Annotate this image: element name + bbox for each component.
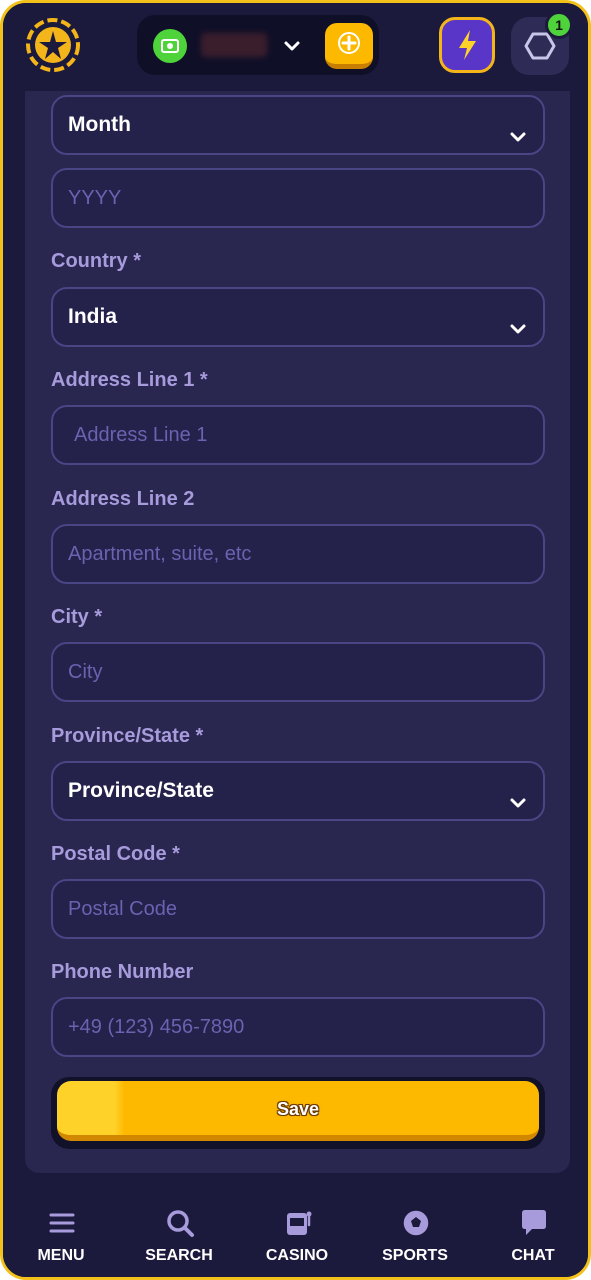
birth-year-placeholder: YYYY xyxy=(68,187,122,209)
deposit-button[interactable] xyxy=(325,23,373,69)
phone-number-placeholder: +49 (123) 456-7890 xyxy=(68,1016,245,1038)
nav-search[interactable]: SEARCH xyxy=(124,1191,234,1277)
address-line-1-label: Address Line 1 * xyxy=(51,369,208,391)
phone-number-input[interactable]: +49 (123) 456-7890 xyxy=(51,997,545,1057)
address-line-2-input[interactable]: Apartment, suite, etc xyxy=(51,524,545,584)
profile-form-panel: Month YYYY Country * India Address Line … xyxy=(25,91,570,1173)
postal-code-label: Postal Code * xyxy=(51,843,180,865)
chevron-down-icon[interactable] xyxy=(281,35,303,57)
address-line-2-placeholder: Apartment, suite, etc xyxy=(68,543,252,565)
soccer-ball-icon xyxy=(402,1209,430,1237)
nav-sports-label: SPORTS xyxy=(382,1247,448,1264)
birth-month-select[interactable]: Month xyxy=(51,95,545,155)
city-placeholder: City xyxy=(68,661,103,683)
nav-menu-label: MENU xyxy=(37,1247,85,1264)
save-button[interactable]: Save xyxy=(57,1081,539,1141)
chevron-down-icon xyxy=(507,114,529,142)
plus-icon xyxy=(338,32,360,54)
nav-chat[interactable]: CHAT xyxy=(478,1191,588,1277)
hamburger-menu-icon xyxy=(49,1213,75,1233)
wallet-balance-selector[interactable] xyxy=(137,15,379,75)
nav-menu[interactable]: MENU xyxy=(6,1191,116,1277)
nav-sports[interactable]: SPORTS xyxy=(360,1191,470,1277)
boost-button[interactable] xyxy=(439,17,495,73)
chat-bubble-icon xyxy=(522,1210,546,1235)
city-input[interactable]: City xyxy=(51,642,545,702)
postal-code-placeholder: Postal Code xyxy=(68,898,177,920)
phone-number-label: Phone Number xyxy=(51,961,194,983)
nav-chat-label: CHAT xyxy=(511,1247,555,1264)
province-state-value: Province/State xyxy=(68,779,214,802)
nav-casino[interactable]: CASINO xyxy=(242,1191,352,1277)
birth-year-input[interactable]: YYYY xyxy=(51,168,545,228)
bottom-navigation: MENU SEARCH CASINO SPORTS CHAT xyxy=(3,1191,588,1277)
country-label: Country * xyxy=(51,250,141,272)
save-button-container: Save xyxy=(51,1077,545,1149)
birth-month-value: Month xyxy=(68,113,131,136)
address-line-2-label: Address Line 2 xyxy=(51,488,195,510)
province-state-label: Province/State * xyxy=(51,725,204,747)
nav-casino-label: CASINO xyxy=(265,1247,329,1264)
app-frame: 1 Month YYYY Country * India Address Lin… xyxy=(0,0,591,1280)
star-coin-logo-icon[interactable] xyxy=(23,15,83,75)
address-line-1-placeholder: Address Line 1 xyxy=(74,424,208,446)
slot-machine-icon xyxy=(287,1211,312,1235)
country-value: India xyxy=(68,305,118,328)
country-select[interactable]: India xyxy=(51,287,545,347)
cash-icon xyxy=(153,29,187,63)
chevron-down-icon xyxy=(507,780,529,808)
chevron-down-icon xyxy=(507,306,529,334)
top-bar: 1 xyxy=(3,3,588,91)
balance-amount xyxy=(201,33,267,57)
province-state-select[interactable]: Province/State xyxy=(51,761,545,821)
notification-badge: 1 xyxy=(545,11,573,39)
lightning-bolt-icon xyxy=(459,30,476,60)
postal-code-input[interactable]: Postal Code xyxy=(51,879,545,939)
address-line-1-input[interactable]: Address Line 1 xyxy=(51,405,545,465)
search-icon xyxy=(167,1210,194,1237)
nav-search-label: SEARCH xyxy=(145,1247,213,1264)
city-label: City * xyxy=(51,606,103,628)
